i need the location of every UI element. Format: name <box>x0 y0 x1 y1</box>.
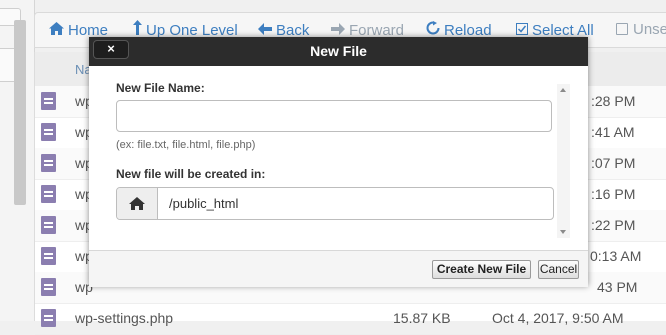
scroll-down-icon[interactable] <box>560 230 566 234</box>
file-name-input[interactable] <box>116 100 552 132</box>
file-name-label: New File Name: <box>116 81 205 95</box>
scroll-up-icon[interactable] <box>560 88 566 92</box>
sidebar-strip <box>0 0 35 321</box>
location-label: New file will be created in: <box>116 167 266 181</box>
file-text-icon <box>41 309 56 327</box>
file-date: :16 PM <box>591 186 636 202</box>
dialog-scrollbar[interactable] <box>557 84 570 238</box>
dialog-title: New File <box>310 43 367 59</box>
file-text-icon <box>41 92 56 110</box>
home-icon <box>129 197 145 215</box>
checkbox-empty-icon <box>616 23 628 35</box>
dialog-body: New File Name: (ex: file.txt, file.html,… <box>89 66 588 250</box>
home-icon <box>49 13 64 47</box>
close-button[interactable]: × <box>93 40 129 59</box>
file-text-icon <box>41 247 56 265</box>
file-date: 43 PM <box>597 279 638 295</box>
create-new-file-button[interactable]: Create New File <box>432 260 531 279</box>
file-date: :41 AM <box>591 124 635 140</box>
dialog-header: New File × <box>89 37 588 66</box>
file-date: :28 PM <box>591 93 636 109</box>
file-text-icon <box>41 123 56 141</box>
new-file-dialog: New File × New File Name: (ex: file.txt,… <box>89 37 588 287</box>
file-name: wp-settings.php <box>75 310 174 326</box>
location-addon <box>117 188 158 219</box>
dialog-footer: Create New File Cancel <box>89 250 588 287</box>
location-value: /public_html <box>169 196 239 211</box>
table-row[interactable]: wp-settings.php 15.87 KB Oct 4, 2017, 9:… <box>35 303 666 335</box>
file-date: :22 PM <box>591 217 636 233</box>
file-date: :07 PM <box>591 155 636 171</box>
file-date: Oct 4, 2017, 9:50 AM <box>492 310 624 326</box>
file-name-hint: (ex: file.txt, file.html, file.php) <box>116 139 256 151</box>
cancel-button[interactable]: Cancel <box>538 260 579 279</box>
sidebar-scrollbar[interactable] <box>14 20 26 205</box>
file-text-icon <box>41 185 56 203</box>
unselect-all-label: Unse <box>633 21 666 38</box>
file-text-icon <box>41 216 56 234</box>
file-date: 0:13 AM <box>590 248 642 264</box>
unselect-all-button[interactable]: Unse <box>616 13 666 47</box>
file-text-icon <box>41 278 56 296</box>
location-field[interactable]: /public_html <box>116 187 554 220</box>
file-size: 15.87 KB <box>393 310 451 326</box>
file-text-icon <box>41 154 56 172</box>
